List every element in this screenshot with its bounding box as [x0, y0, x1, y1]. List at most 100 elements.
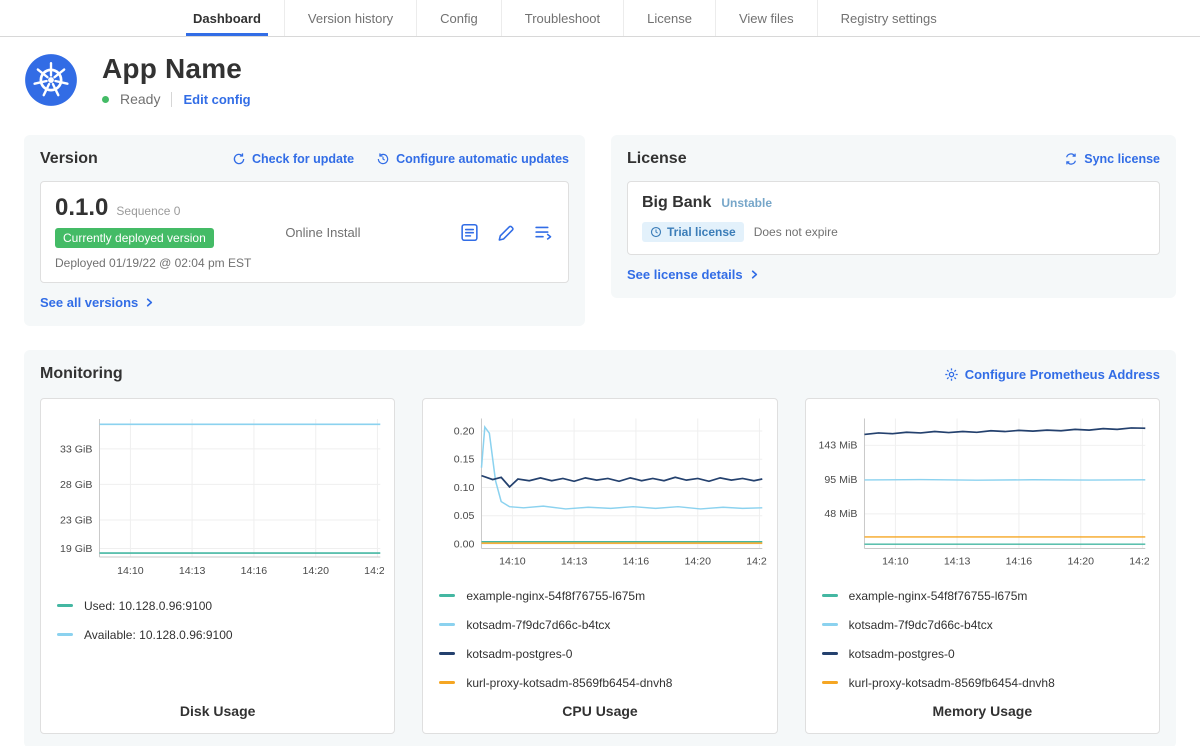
deployed-badge: Currently deployed version — [55, 228, 214, 248]
svg-text:14:16: 14:16 — [1005, 557, 1032, 568]
legend-label: kurl-proxy-kotsadm-8569fb6454-dnvh8 — [849, 676, 1055, 690]
legend-swatch — [439, 681, 455, 684]
legend-item: kotsadm-postgres-0 — [822, 639, 1149, 668]
tab-registry-settings[interactable]: Registry settings — [817, 0, 960, 36]
cpu-usage-legend: example-nginx-54f8f76755-l675m kotsadm-7… — [433, 581, 766, 697]
edit-config-link[interactable]: Edit config — [183, 92, 250, 107]
version-info: 0.1.0 Sequence 0 Currently deployed vers… — [55, 194, 251, 270]
charts-row: 14:10 14:13 14:16 14:20 14:23 33 GiB 28 GiB 23 … — [40, 398, 1160, 734]
clock-refresh-icon — [376, 152, 390, 166]
legend-item: kurl-proxy-kotsadm-8569fb6454-dnvh8 — [822, 668, 1149, 697]
see-all-versions-link[interactable]: See all versions — [40, 295, 155, 310]
check-for-update-link[interactable]: Check for update — [232, 152, 354, 166]
app-title-block: App Name Ready Edit config — [102, 53, 251, 107]
tab-version-history[interactable]: Version history — [284, 0, 416, 36]
legend-item: kotsadm-postgres-0 — [439, 639, 766, 668]
legend-item: example-nginx-54f8f76755-l675m — [439, 581, 766, 610]
legend-label: example-nginx-54f8f76755-l675m — [849, 589, 1028, 603]
disk-usage-chart-card: 14:10 14:13 14:16 14:20 14:23 33 GiB 28 GiB 23 … — [40, 398, 395, 734]
svg-text:14:20: 14:20 — [302, 565, 329, 577]
memory-usage-legend: example-nginx-54f8f76755-l675m kotsadm-7… — [816, 581, 1149, 697]
legend-item: Available: 10.128.0.96:9100 — [57, 620, 384, 649]
legend-label: Used: 10.128.0.96:9100 — [84, 599, 212, 613]
svg-text:48 MiB: 48 MiB — [824, 509, 857, 520]
svg-text:14:16: 14:16 — [241, 565, 268, 577]
svg-text:0.05: 0.05 — [454, 511, 475, 522]
legend-label: kotsadm-7f9dc7d66c-b4tcx — [849, 618, 993, 632]
tab-license[interactable]: License — [623, 0, 715, 36]
legend-label: Available: 10.128.0.96:9100 — [84, 628, 233, 642]
svg-text:28 GiB: 28 GiB — [60, 479, 92, 491]
sync-icon — [1064, 152, 1078, 166]
release-notes-icon[interactable] — [459, 222, 480, 243]
legend-item: kurl-proxy-kotsadm-8569fb6454-dnvh8 — [439, 668, 766, 697]
version-number: 0.1.0 — [55, 194, 108, 222]
svg-text:0.15: 0.15 — [454, 455, 475, 466]
svg-text:143 MiB: 143 MiB — [818, 441, 857, 452]
svg-text:14:13: 14:13 — [179, 565, 206, 577]
tab-config[interactable]: Config — [416, 0, 501, 36]
svg-text:0.20: 0.20 — [454, 427, 475, 438]
legend-item: kotsadm-7f9dc7d66c-b4tcx — [822, 610, 1149, 639]
svg-text:14:16: 14:16 — [623, 557, 650, 568]
svg-text:14:20: 14:20 — [685, 557, 712, 568]
license-expiry: Does not expire — [754, 225, 838, 239]
svg-text:14:13: 14:13 — [943, 557, 970, 568]
legend-label: example-nginx-54f8f76755-l675m — [466, 589, 645, 603]
svg-text:95 MiB: 95 MiB — [824, 476, 857, 487]
svg-text:0.00: 0.00 — [454, 540, 475, 551]
app-status-row: Ready Edit config — [102, 91, 251, 107]
legend-item: Used: 10.128.0.96:9100 — [57, 591, 384, 620]
svg-text:19 GiB: 19 GiB — [60, 543, 92, 555]
configure-automatic-updates-link[interactable]: Configure automatic updates — [376, 152, 569, 166]
legend-label: kurl-proxy-kotsadm-8569fb6454-dnvh8 — [466, 676, 672, 690]
app-header: App Name Ready Edit config — [0, 37, 1200, 111]
top-nav: Dashboard Version history Config Trouble… — [0, 0, 1200, 37]
tab-view-files[interactable]: View files — [715, 0, 817, 36]
svg-text:33 GiB: 33 GiB — [60, 443, 92, 455]
memory-usage-chart-card: 14:1014:1314:1614:2014:23143 MiB95 MiB48… — [805, 398, 1160, 734]
tab-troubleshoot[interactable]: Troubleshoot — [501, 0, 623, 36]
legend-swatch — [57, 604, 73, 607]
svg-text:14:23: 14:23 — [747, 557, 767, 568]
license-card: License Sync license Big Bank Unstable — [611, 135, 1176, 298]
legend-swatch — [822, 594, 838, 597]
gear-icon — [944, 367, 959, 382]
refresh-icon — [232, 152, 246, 166]
legend-label: kotsadm-postgres-0 — [849, 647, 955, 661]
status-text: Ready — [120, 91, 160, 107]
chevron-right-icon — [749, 269, 760, 280]
legend-item: kotsadm-7f9dc7d66c-b4tcx — [439, 610, 766, 639]
cards-row: Version Check for update Configure au — [0, 111, 1200, 326]
monitoring-heading: Monitoring — [40, 365, 123, 383]
svg-text:14:23: 14:23 — [1129, 557, 1149, 568]
license-info-box: Big Bank Unstable Trial license Does not… — [627, 181, 1160, 255]
license-channel: Unstable — [721, 196, 772, 210]
view-diff-icon[interactable] — [533, 222, 554, 243]
chart-title: Disk Usage — [51, 697, 384, 725]
legend-item: example-nginx-54f8f76755-l675m — [822, 581, 1149, 610]
svg-text:14:23: 14:23 — [364, 565, 384, 577]
legend-swatch — [57, 633, 73, 636]
version-actions — [459, 222, 554, 243]
status-dot — [102, 96, 109, 103]
sync-license-link[interactable]: Sync license — [1064, 152, 1160, 166]
legend-swatch — [822, 681, 838, 684]
edit-config-values-icon[interactable] — [496, 222, 517, 243]
kubernetes-logo-icon — [24, 53, 78, 107]
configure-prometheus-link[interactable]: Configure Prometheus Address — [944, 367, 1160, 382]
svg-text:14:10: 14:10 — [499, 557, 526, 568]
svg-text:14:10: 14:10 — [117, 565, 144, 577]
memory-usage-chart: 14:1014:1314:1614:2014:23143 MiB95 MiB48… — [816, 411, 1149, 573]
app-title: App Name — [102, 53, 251, 85]
svg-text:14:13: 14:13 — [561, 557, 588, 568]
legend-swatch — [439, 652, 455, 655]
svg-text:0.10: 0.10 — [454, 483, 475, 494]
disk-usage-chart: 14:10 14:13 14:16 14:20 14:23 33 GiB 28 GiB 23 … — [51, 411, 384, 583]
divider — [171, 92, 172, 107]
svg-text:14:10: 14:10 — [882, 557, 909, 568]
see-license-details-link[interactable]: See license details — [627, 267, 760, 282]
svg-text:23 GiB: 23 GiB — [60, 515, 92, 527]
chevron-right-icon — [144, 297, 155, 308]
tab-dashboard[interactable]: Dashboard — [170, 0, 284, 36]
